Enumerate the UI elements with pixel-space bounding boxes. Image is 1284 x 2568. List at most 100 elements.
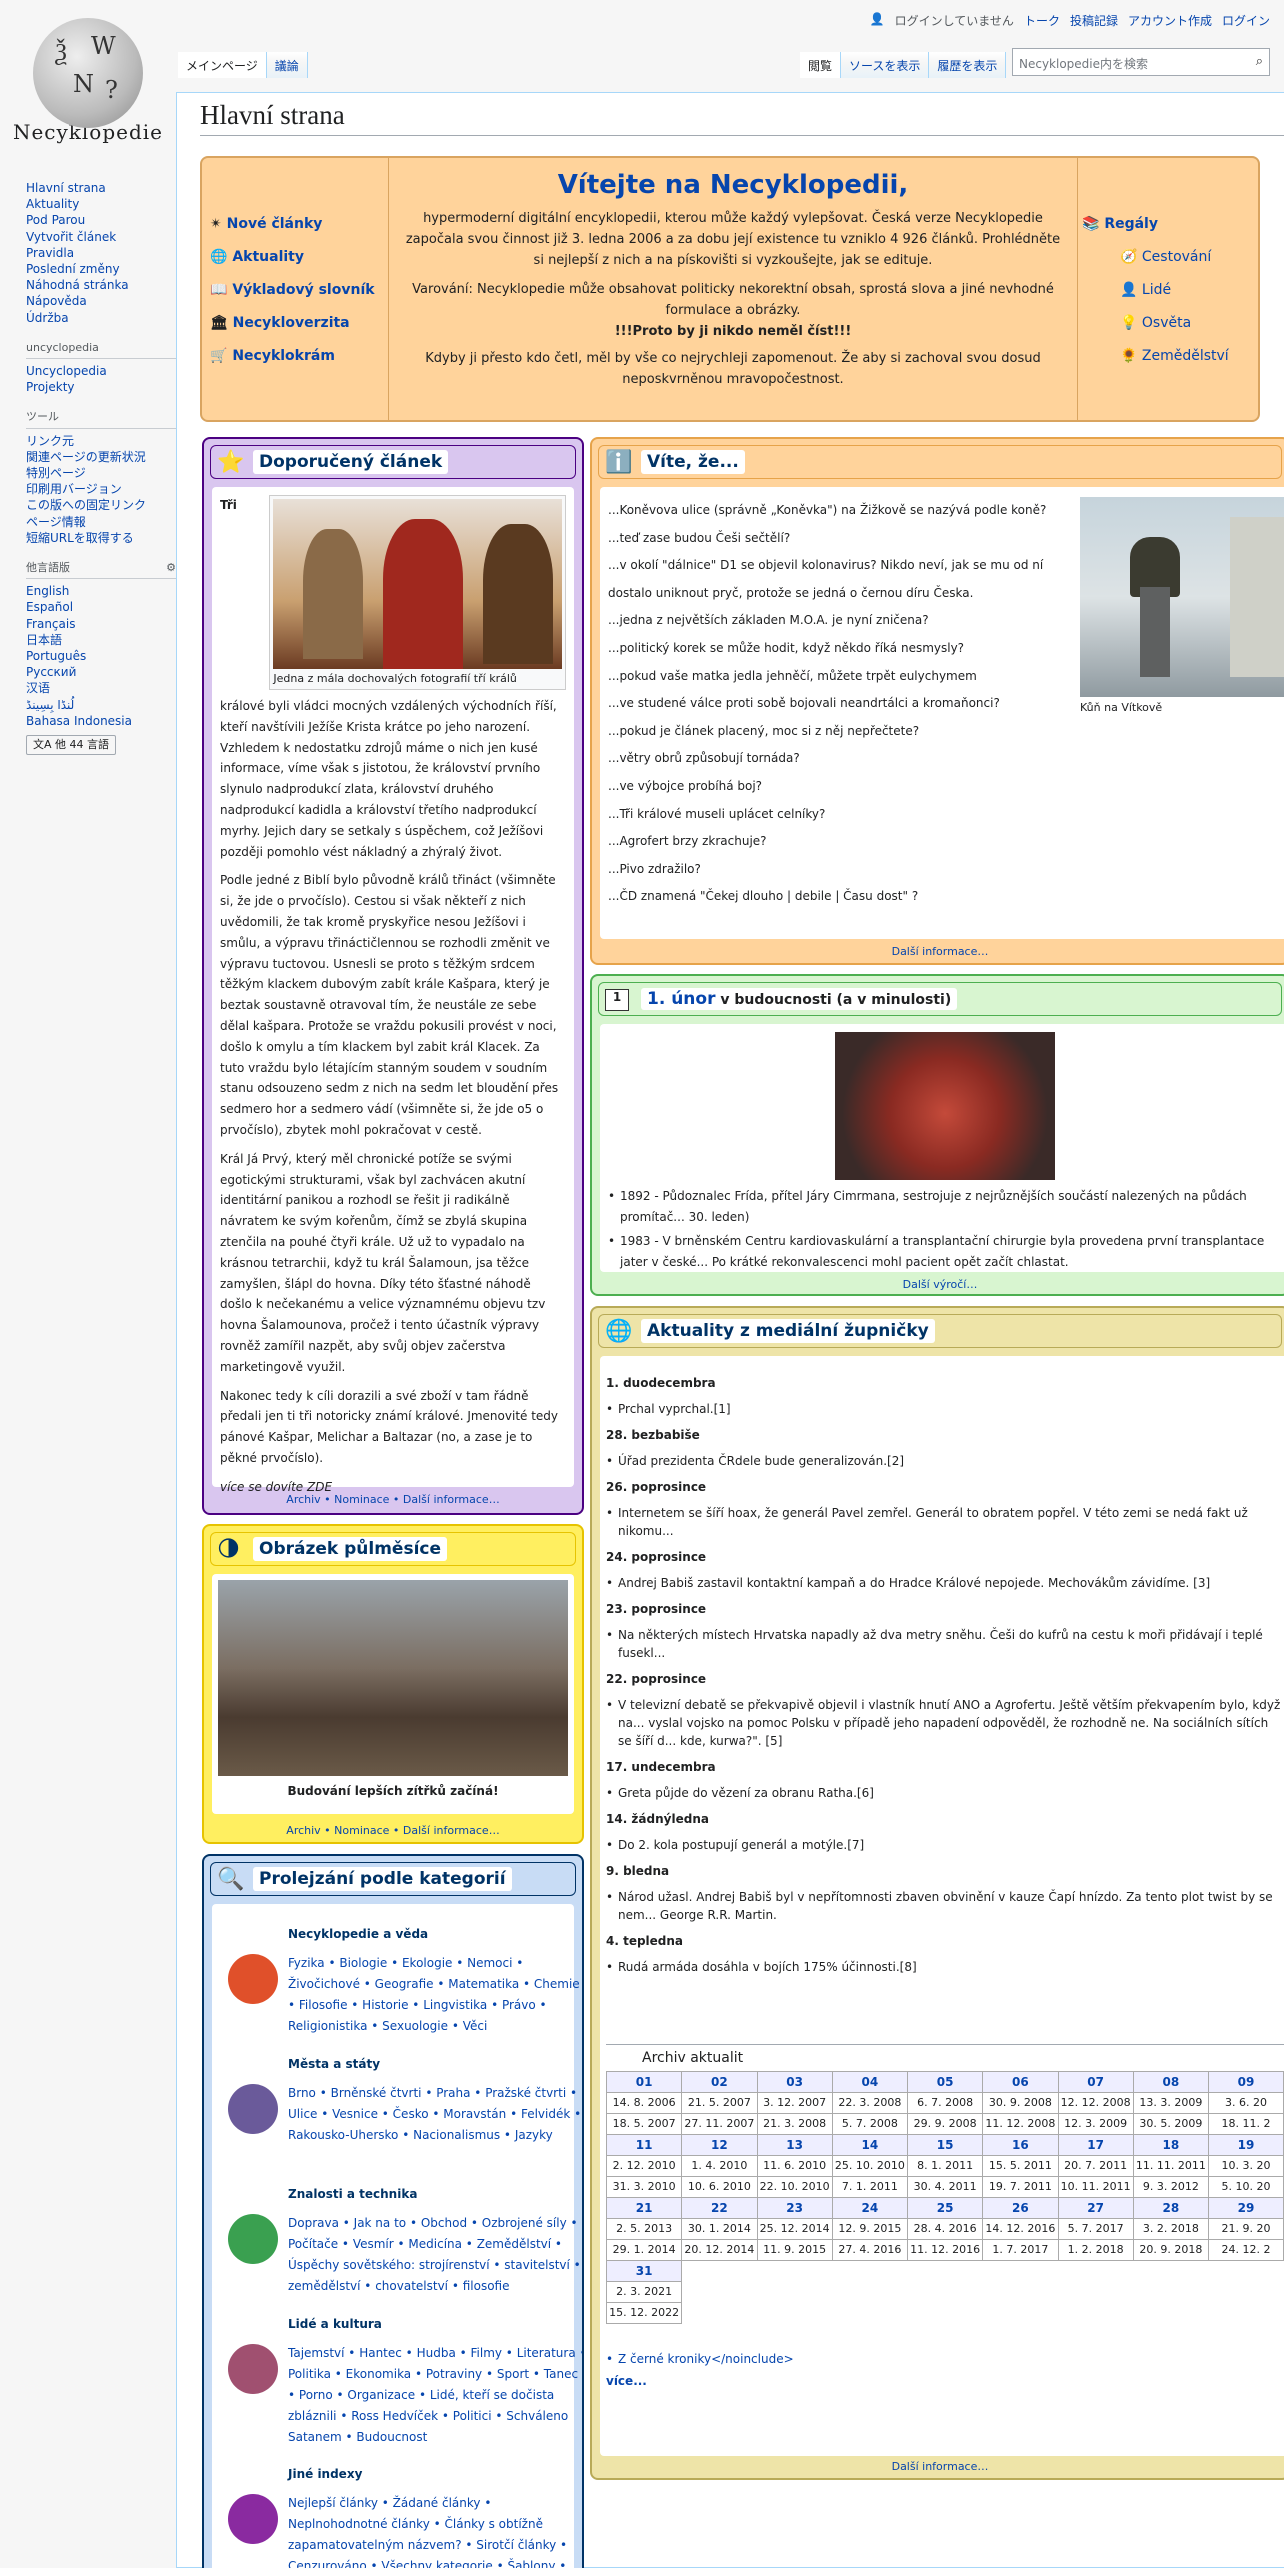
archive-number[interactable]: 02 — [681, 2071, 758, 2093]
sidebar-link[interactable]: Údržba — [26, 310, 176, 326]
archive-number[interactable]: 24 — [831, 2197, 909, 2219]
sidebar-link[interactable]: Vytvořit článek — [26, 229, 176, 245]
sidebar-link[interactable]: Uncyclopedia — [26, 363, 176, 379]
sidebar-link[interactable]: Pod Parou — [26, 212, 176, 228]
tab-view-source[interactable]: ソースを表示 — [841, 52, 930, 78]
halfmoon-footer-links[interactable]: Archiv • Nominace • Další informace… — [204, 1824, 582, 1837]
did-you-know-footer[interactable]: Další informace… — [592, 945, 1284, 958]
black-chronicle-link[interactable]: Z černé kroniky</noinclude> — [606, 2350, 1284, 2368]
archive-number[interactable]: 31 — [605, 2260, 683, 2282]
welcome-link[interactable]: 🛒 Necyklokrám — [210, 340, 375, 373]
gear-icon[interactable]: ⚙ — [166, 560, 176, 576]
category-links[interactable]: Doprava • Jak na to • Obchod • Ozbrojené… — [288, 2213, 582, 2297]
news-footer[interactable]: Další informace… — [592, 2460, 1284, 2473]
sidebar-link[interactable]: Русский — [26, 664, 176, 680]
archive-number[interactable]: 06 — [982, 2071, 1059, 2093]
archive-number[interactable]: 08 — [1132, 2071, 1210, 2093]
tab-read[interactable]: 閲覧 — [800, 52, 842, 78]
archive-number[interactable]: 14 — [831, 2134, 909, 2156]
sidebar-link[interactable]: この版への固定リンク — [26, 497, 176, 513]
category-links[interactable]: Brno • Brněnské čtvrti • Praha • Pražské… — [288, 2083, 582, 2146]
sidebar-link[interactable]: Pravidla — [26, 245, 176, 261]
archive-number[interactable]: 09 — [1208, 2071, 1284, 2093]
sidebar-link[interactable]: Projekty — [26, 379, 176, 395]
more-languages-button[interactable]: 文A 他 44 言語 — [26, 735, 117, 756]
archive-number[interactable]: 23 — [756, 2197, 833, 2219]
news-more-link[interactable]: více... — [606, 2372, 1284, 2390]
category-links[interactable]: Tajemství • Hantec • Hudba • Filmy • Lit… — [288, 2343, 582, 2448]
sidebar-link[interactable]: Nápověda — [26, 293, 176, 309]
tab-discussion[interactable]: 議論 — [266, 52, 308, 78]
category-heading[interactable]: Jiné indexy — [288, 2464, 582, 2485]
sidebar-link[interactable]: 関連ページの更新状況 — [26, 449, 176, 465]
sidebar-link[interactable]: Náhodná stránka — [26, 277, 176, 293]
sidebar-link[interactable]: Bahasa Indonesia — [26, 713, 176, 729]
archive-number[interactable]: 15 — [906, 2134, 984, 2156]
date-link[interactable]: 1. únor — [647, 989, 715, 1009]
welcome-link[interactable]: 🌐 Aktuality — [210, 241, 375, 274]
sidebar-link[interactable]: 特別ページ — [26, 465, 176, 481]
surgery-image[interactable] — [835, 1032, 1055, 1180]
site-logo[interactable]: Ѯ W N? Necyklopedie — [8, 18, 168, 146]
sidebar-link[interactable]: Hlavní strana — [26, 180, 176, 196]
category-links[interactable]: Nejlepší články • Žádané články • Neplno… — [288, 2493, 582, 2568]
archive-number[interactable]: 11 — [605, 2134, 683, 2156]
sidebar-link[interactable]: 汉语 — [26, 680, 176, 696]
sidebar-link[interactable]: ページ情報 — [26, 514, 176, 530]
tab-history[interactable]: 履歴を表示 — [929, 52, 1007, 78]
vitkov-thumb[interactable]: Kůň na Vítkově — [1080, 497, 1284, 715]
shelf-link[interactable]: 🌻 Zemědělství — [1082, 340, 1229, 373]
sidebar-link[interactable]: リンク元 — [26, 433, 176, 449]
search-input[interactable]: Necyklopedie内を検索 ⌕ — [1012, 48, 1270, 76]
shelf-link[interactable]: 💡 Osvěta — [1082, 307, 1229, 340]
sidebar-link[interactable]: Português — [26, 648, 176, 664]
featured-footer-links[interactable]: Archiv • Nominace • Další informace… — [204, 1493, 582, 1506]
sidebar-link[interactable]: English — [26, 583, 176, 599]
archive-number[interactable]: 27 — [1057, 2197, 1134, 2219]
sidebar-link[interactable]: 短縮URLを取得する — [26, 530, 176, 546]
category-heading[interactable]: Lidé a kultura — [288, 2314, 582, 2335]
sidebar-link[interactable]: Poslední změny — [26, 261, 176, 277]
archive-number[interactable]: 13 — [756, 2134, 833, 2156]
shelf-link[interactable]: 🧭 Cestování — [1082, 241, 1229, 274]
archive-number[interactable]: 05 — [906, 2071, 984, 2093]
archive-number[interactable]: 04 — [831, 2071, 909, 2093]
shelf-link[interactable]: 👤 Lidé — [1082, 274, 1229, 307]
sidebar-link[interactable]: 印刷用バージョン — [26, 481, 176, 497]
category-heading[interactable]: Znalosti a technika — [288, 2184, 582, 2205]
contributions-link[interactable]: 投稿記録 — [1070, 12, 1118, 29]
sidebar-link[interactable]: Aktuality — [26, 196, 176, 212]
talk-link[interactable]: トーク — [1024, 12, 1060, 29]
search-icon[interactable]: ⌕ — [1256, 54, 1263, 69]
ruins-image[interactable] — [218, 1580, 568, 1776]
tab-main-page[interactable]: メインページ — [178, 52, 267, 78]
archive-number[interactable]: 03 — [756, 2071, 833, 2093]
archive-number[interactable]: 01 — [605, 2071, 683, 2093]
archive-number[interactable]: 17 — [1057, 2134, 1134, 2156]
sidebar-link[interactable]: Français — [26, 616, 176, 632]
category-heading[interactable]: Města a státy — [288, 2054, 582, 2075]
archive-number[interactable]: 26 — [982, 2197, 1059, 2219]
create-account-link[interactable]: アカウント作成 — [1128, 12, 1212, 29]
anniversary-footer[interactable]: Další výročí… — [592, 1278, 1284, 1291]
archive-number[interactable]: 18 — [1132, 2134, 1210, 2156]
category-links[interactable]: Fyzika • Biologie • Ekologie • Nemoci • … — [288, 1953, 582, 2037]
category-heading[interactable]: Necyklopedie a věda — [288, 1924, 582, 1945]
featured-thumb[interactable]: Jedna z mála dochovalých fotografií tří … — [269, 495, 566, 690]
archive-number[interactable]: 25 — [906, 2197, 984, 2219]
welcome-link[interactable]: 📖 Výkladový slovník — [210, 274, 375, 307]
archive-number[interactable]: 19 — [1208, 2134, 1284, 2156]
sidebar-link[interactable]: 日本語 — [26, 632, 176, 648]
archive-number[interactable]: 16 — [982, 2134, 1059, 2156]
archive-number[interactable]: 12 — [681, 2134, 758, 2156]
archive-number[interactable]: 29 — [1208, 2197, 1284, 2219]
welcome-link[interactable]: ✴ Nové články — [210, 208, 375, 241]
sidebar-link[interactable]: Español — [26, 599, 176, 615]
shelves-heading[interactable]: 📚 Regály — [1082, 208, 1229, 241]
archive-number[interactable]: 22 — [681, 2197, 758, 2219]
archive-number[interactable]: 21 — [605, 2197, 683, 2219]
welcome-link[interactable]: 🏛 Necykloverzita — [210, 307, 375, 340]
login-link[interactable]: ログイン — [1222, 12, 1270, 29]
archive-number[interactable]: 28 — [1132, 2197, 1210, 2219]
archive-number[interactable]: 07 — [1057, 2071, 1134, 2093]
